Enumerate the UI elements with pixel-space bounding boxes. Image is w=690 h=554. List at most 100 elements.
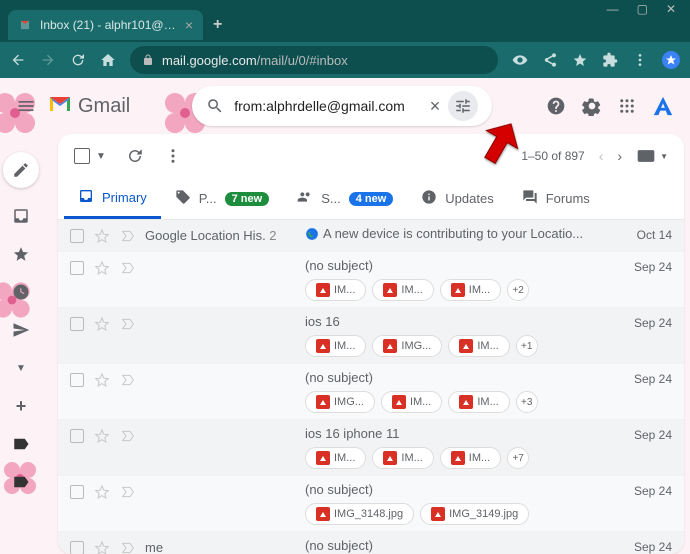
more-attachments[interactable]: +1 <box>516 335 538 357</box>
email-row[interactable]: me (no subject) Sep 24 <box>58 532 684 554</box>
next-page-icon[interactable]: › <box>617 148 622 164</box>
star-icon[interactable] <box>94 228 110 244</box>
reload-icon[interactable] <box>70 52 86 68</box>
maximize-icon[interactable]: ▢ <box>637 2 648 16</box>
category-tab[interactable]: Forums <box>508 178 604 219</box>
inbox-nav-icon[interactable] <box>11 206 31 226</box>
attachment-chip[interactable]: IMG_3149.jpg <box>420 503 529 525</box>
email-row[interactable]: (no subject) IMG...IM...IM...+3 Sep 24 <box>58 364 684 420</box>
star-icon[interactable] <box>94 372 110 388</box>
starred-nav-icon[interactable] <box>11 244 31 264</box>
attachment-chip[interactable]: IM... <box>440 279 501 301</box>
forward-icon[interactable] <box>40 52 56 68</box>
settings-icon[interactable] <box>582 96 602 116</box>
search-box[interactable]: × <box>192 86 492 126</box>
row-checkbox[interactable] <box>70 373 84 387</box>
select-dropdown-icon[interactable]: ▼ <box>96 151 106 162</box>
row-checkbox[interactable] <box>70 317 84 331</box>
star-icon[interactable] <box>94 428 110 444</box>
back-icon[interactable] <box>10 52 26 68</box>
row-checkbox[interactable] <box>70 541 84 554</box>
star-icon[interactable] <box>94 260 110 276</box>
important-icon[interactable] <box>120 372 136 388</box>
sent-nav-icon[interactable] <box>11 320 31 340</box>
attachment-chip[interactable]: IM... <box>448 391 509 413</box>
row-checkbox[interactable] <box>70 261 84 275</box>
important-icon[interactable] <box>120 316 136 332</box>
refresh-icon[interactable] <box>126 147 144 165</box>
close-icon[interactable]: ✕ <box>666 2 676 16</box>
share-icon[interactable] <box>542 52 558 68</box>
more-attachments[interactable]: +3 <box>516 391 538 413</box>
more-icon[interactable] <box>164 147 182 165</box>
star-icon[interactable] <box>572 52 588 68</box>
attachment-chip[interactable]: IM... <box>305 447 366 469</box>
main-menu-icon[interactable] <box>16 96 36 116</box>
minimize-icon[interactable]: — <box>607 2 619 16</box>
tab-close-icon[interactable]: × <box>185 17 193 33</box>
email-list[interactable]: Google Location His. 2 A new device is c… <box>58 220 684 554</box>
more-attachments[interactable]: +2 <box>507 279 529 301</box>
category-tabs: PrimaryP...7 newS...4 newUpdatesForums <box>58 178 684 220</box>
email-body: (no subject) IMG...IM...IM...+3 <box>305 370 622 413</box>
important-icon[interactable] <box>120 540 136 554</box>
profile-badge-icon[interactable] <box>662 51 680 69</box>
extensions-icon[interactable] <box>602 52 618 68</box>
home-icon[interactable] <box>100 52 116 68</box>
important-icon[interactable] <box>120 260 136 276</box>
gmail-logo[interactable]: Gmail <box>48 93 130 119</box>
search-input[interactable] <box>234 98 419 114</box>
star-icon[interactable] <box>94 540 110 554</box>
attachment-chip[interactable]: IMG... <box>372 335 442 357</box>
row-checkbox[interactable] <box>70 429 84 443</box>
support-icon[interactable] <box>546 96 566 116</box>
important-icon[interactable] <box>120 428 136 444</box>
snoozed-nav-icon[interactable] <box>11 282 31 302</box>
attachment-chip[interactable]: IM... <box>305 279 366 301</box>
menu-dots-icon[interactable] <box>632 52 648 68</box>
expand-nav-icon[interactable]: ▼ <box>11 358 31 378</box>
important-icon[interactable] <box>120 484 136 500</box>
email-row[interactable]: (no subject) IM...IM...IM...+2 Sep 24 <box>58 252 684 308</box>
attachment-chip[interactable]: IMG_3148.jpg <box>305 503 414 525</box>
apps-icon[interactable] <box>618 97 636 115</box>
category-icon <box>78 188 94 207</box>
important-icon[interactable] <box>120 228 136 244</box>
select-all-checkbox[interactable] <box>74 148 90 164</box>
browser-tab[interactable]: Inbox (21) - alphr101@gmail.com × <box>8 10 203 40</box>
alphr-logo-icon[interactable] <box>652 95 674 117</box>
sender <box>145 370 305 372</box>
attachment-chip[interactable]: IM... <box>440 447 501 469</box>
attachment-chip[interactable]: IM... <box>305 335 366 357</box>
email-row[interactable]: ios 16 IM...IMG...IM...+1 Sep 24 <box>58 308 684 364</box>
clear-search-icon[interactable]: × <box>430 96 441 117</box>
row-checkbox[interactable] <box>70 485 84 499</box>
eye-icon[interactable] <box>512 52 528 68</box>
email-row[interactable]: Google Location His. 2 A new device is c… <box>58 220 684 252</box>
url-box[interactable]: mail.google.com/mail/u/0/#inbox <box>130 46 498 74</box>
star-icon[interactable] <box>94 484 110 500</box>
input-tools-icon[interactable] <box>636 148 656 164</box>
add-label-icon[interactable]: + <box>11 396 31 416</box>
attachment-chip[interactable]: IM... <box>381 391 442 413</box>
search-options-button[interactable] <box>448 91 478 121</box>
row-checkbox[interactable] <box>70 229 84 243</box>
category-tab[interactable]: P...7 new <box>161 178 283 219</box>
label-1-icon[interactable] <box>11 434 31 454</box>
email-row[interactable]: (no subject) IMG_3148.jpgIMG_3149.jpg Se… <box>58 476 684 532</box>
new-tab-button[interactable]: + <box>213 16 222 34</box>
compose-button[interactable] <box>3 152 39 188</box>
attachment-chip[interactable]: IMG... <box>305 391 375 413</box>
email-row[interactable]: ios 16 iphone 11 IM...IM...IM...+7 Sep 2… <box>58 420 684 476</box>
prev-page-icon[interactable]: ‹ <box>599 148 604 164</box>
category-tab[interactable]: S...4 new <box>283 178 407 219</box>
label-2-icon[interactable] <box>11 472 31 492</box>
attachment-chip[interactable]: IM... <box>448 335 509 357</box>
category-tab[interactable]: Primary <box>64 178 161 219</box>
category-tab[interactable]: Updates <box>407 178 507 219</box>
attachment-chip[interactable]: IM... <box>372 447 433 469</box>
attachment-chip[interactable]: IM... <box>372 279 433 301</box>
tab-title: Inbox (21) - alphr101@gmail.com <box>40 18 177 32</box>
more-attachments[interactable]: +7 <box>507 447 529 469</box>
star-icon[interactable] <box>94 316 110 332</box>
